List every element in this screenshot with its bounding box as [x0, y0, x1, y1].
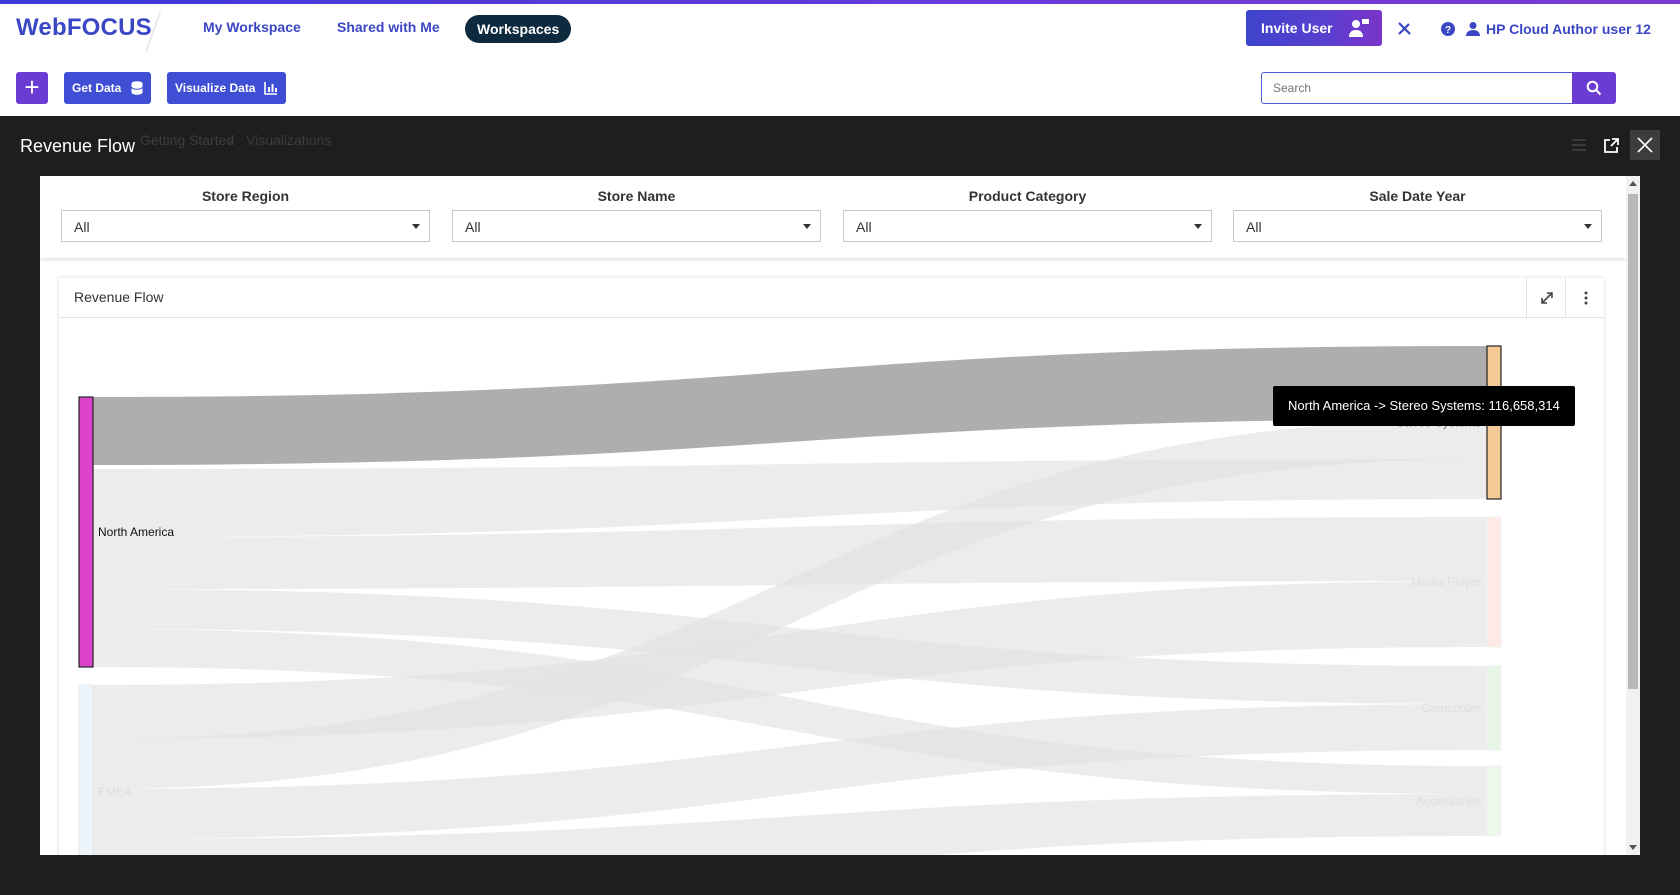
filter-label: Store Name: [597, 188, 676, 204]
sankey-label-emea: EMEA: [98, 785, 132, 799]
invite-user-label: Invite User: [1261, 20, 1333, 36]
sankey-label-camcorder: Camcorder: [1422, 701, 1481, 715]
user-name: HP Cloud Author user 12: [1486, 21, 1651, 37]
bar-chart-icon: [264, 82, 277, 95]
sankey-node-camcorder[interactable]: [1486, 665, 1502, 751]
scroll-up-arrow-icon[interactable]: [1629, 181, 1637, 186]
chart-panel: Revenue Flow North AmericaEMEAStereo Sys…: [59, 278, 1604, 855]
search-icon: [1586, 80, 1602, 96]
panel-menu-button[interactable]: [1565, 278, 1604, 318]
user-icon: [1466, 22, 1480, 36]
nav-workspaces[interactable]: Workspaces: [465, 15, 572, 43]
chart-tooltip: North America -> Stereo Systems: 116,658…: [1273, 386, 1575, 426]
action-toolbar: + Get Data Visualize Data: [0, 54, 1680, 116]
product-category-select[interactable]: All: [843, 210, 1212, 242]
filter-store-name: Store Name All: [452, 186, 821, 242]
sankey-label-north-america: North America: [98, 525, 174, 539]
search-input[interactable]: [1262, 73, 1572, 103]
invite-user-button[interactable]: Invite User: [1246, 10, 1382, 46]
expand-panel-button[interactable]: [1526, 278, 1565, 318]
filter-bar: Store Region All Store Name All Product …: [40, 176, 1626, 258]
sankey-label-media-player: Media Player: [1411, 575, 1481, 589]
modal-title: Revenue Flow: [20, 136, 136, 156]
scroll-down-arrow-icon[interactable]: [1629, 845, 1637, 850]
database-icon: [131, 81, 143, 95]
create-new-button[interactable]: +: [16, 72, 48, 104]
sankey-node-accessories[interactable]: [1486, 765, 1502, 837]
nav-my-workspace[interactable]: My Workspace: [203, 19, 301, 35]
filter-sale-date-year: Sale Date Year All: [1233, 186, 1602, 242]
sankey-node-emea[interactable]: [78, 684, 94, 855]
scrollbar-thumb[interactable]: [1628, 194, 1638, 689]
filter-label: Store Region: [201, 188, 290, 204]
close-modal-button[interactable]: [1630, 130, 1660, 160]
select-value: All: [74, 219, 90, 235]
svg-text:?: ?: [1445, 25, 1451, 36]
search-button[interactable]: [1572, 72, 1616, 104]
dropdown-arrow-icon: [1584, 224, 1592, 229]
search-field[interactable]: [1261, 72, 1573, 104]
nav-shared-with-me[interactable]: Shared with Me: [337, 19, 440, 35]
visualize-data-button[interactable]: Visualize Data: [167, 72, 286, 104]
visualize-data-label: Visualize Data: [175, 81, 256, 95]
get-data-button[interactable]: Get Data: [64, 72, 151, 104]
webfocus-logo[interactable]: WebFOCUS: [16, 14, 152, 42]
sankey-label-accessories: Accessories: [1416, 794, 1481, 808]
add-user-icon: [1348, 18, 1370, 38]
sankey-node-north-america[interactable]: [78, 396, 94, 668]
modal-content: Store Region All Store Name All Product …: [40, 176, 1640, 855]
dropdown-arrow-icon: [1194, 224, 1202, 229]
breadcrumb-getting-started: Getting Started: [140, 132, 235, 148]
store-name-select[interactable]: All: [452, 210, 821, 242]
expand-icon: [1541, 292, 1553, 304]
filter-product-category: Product Category All: [843, 186, 1212, 242]
filter-label: Product Category: [968, 188, 1087, 204]
breadcrumb-visualizations: Visualizations: [246, 132, 332, 148]
help-icon[interactable]: ?: [1440, 21, 1456, 37]
filter-label: Sale Date Year: [1369, 188, 1466, 204]
select-value: All: [1246, 219, 1262, 235]
panel-header: Revenue Flow: [59, 278, 1604, 318]
content-scrollbar[interactable]: [1626, 176, 1640, 855]
filter-store-region: Store Region All: [61, 186, 430, 242]
dropdown-arrow-icon: [412, 224, 420, 229]
breadcrumb-separator: ›: [228, 132, 233, 148]
select-value: All: [856, 219, 872, 235]
open-new-window-icon[interactable]: [1602, 137, 1620, 155]
select-value: All: [465, 219, 481, 235]
user-menu[interactable]: HP Cloud Author user 12: [1466, 21, 1651, 37]
store-region-select[interactable]: All: [61, 210, 430, 242]
tools-icon[interactable]: [1396, 21, 1412, 37]
sankey-node-media-player[interactable]: [1486, 516, 1502, 648]
close-icon: [1637, 137, 1653, 153]
list-icon: [1570, 136, 1588, 154]
get-data-label: Get Data: [72, 81, 122, 95]
top-navigation-bar: WebFOCUS My Workspace Shared with Me Wor…: [0, 4, 1680, 54]
more-vertical-icon: [1584, 291, 1588, 305]
panel-title: Revenue Flow: [74, 289, 164, 305]
dropdown-arrow-icon: [803, 224, 811, 229]
sale-date-year-select[interactable]: All: [1233, 210, 1602, 242]
